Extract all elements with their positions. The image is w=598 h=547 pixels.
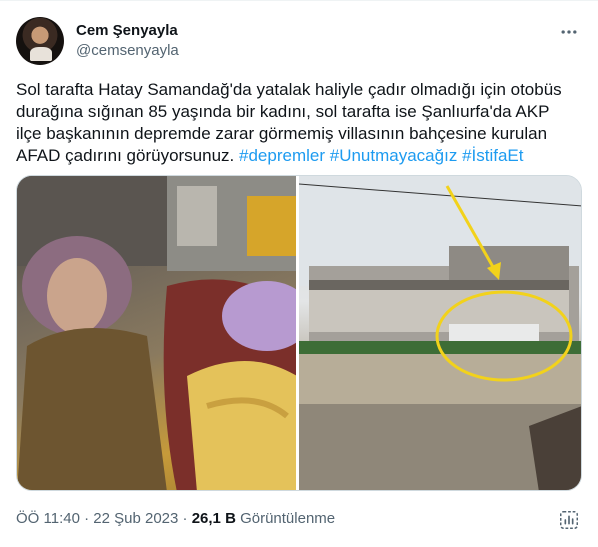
- more-dots-icon: [561, 30, 577, 34]
- more-options-icon[interactable]: [556, 19, 582, 45]
- analytics-icon[interactable]: [558, 509, 580, 531]
- hashtag-unutmayacagiz[interactable]: #Unutmayacağız: [330, 146, 458, 165]
- stats-chart-icon: [560, 511, 578, 529]
- tweet-text: Sol tarafta Hatay Samandağ'da yatalak ha…: [16, 79, 576, 167]
- tweet-header: Cem Şenyayla @cemsenyayla: [16, 13, 582, 65]
- hashtag-istifaet[interactable]: #İstifaEt: [462, 146, 523, 165]
- author-display-name[interactable]: Cem Şenyayla: [76, 21, 179, 41]
- photo-elderly-woman[interactable]: [17, 176, 296, 490]
- author-handle[interactable]: @cemsenyayla: [76, 41, 179, 61]
- tweet-date[interactable]: 22 Şub 2023: [93, 510, 178, 527]
- views-count: 26,1 B: [191, 510, 236, 527]
- meta-separator: ·: [182, 510, 188, 527]
- avatar[interactable]: [16, 17, 64, 65]
- photo-left-illustration: [17, 176, 296, 490]
- tweet-card: Cem Şenyayla @cemsenyayla Sol tarafta Ha…: [0, 0, 598, 547]
- meta-separator: ·: [84, 510, 90, 527]
- hashtag-depremler[interactable]: #depremler: [239, 146, 325, 165]
- photo-villa-tent[interactable]: [299, 176, 581, 490]
- photo-right-illustration: [299, 176, 581, 490]
- views-label: Görüntülenme: [240, 510, 336, 527]
- media-grid: [16, 175, 582, 491]
- tweet-meta: ÖÖ 11:40 · 22 Şub 2023 · 26,1 B Görüntül…: [16, 509, 335, 529]
- author-names[interactable]: Cem Şenyayla @cemsenyayla: [76, 21, 179, 61]
- tweet-time[interactable]: ÖÖ 11:40: [16, 510, 80, 527]
